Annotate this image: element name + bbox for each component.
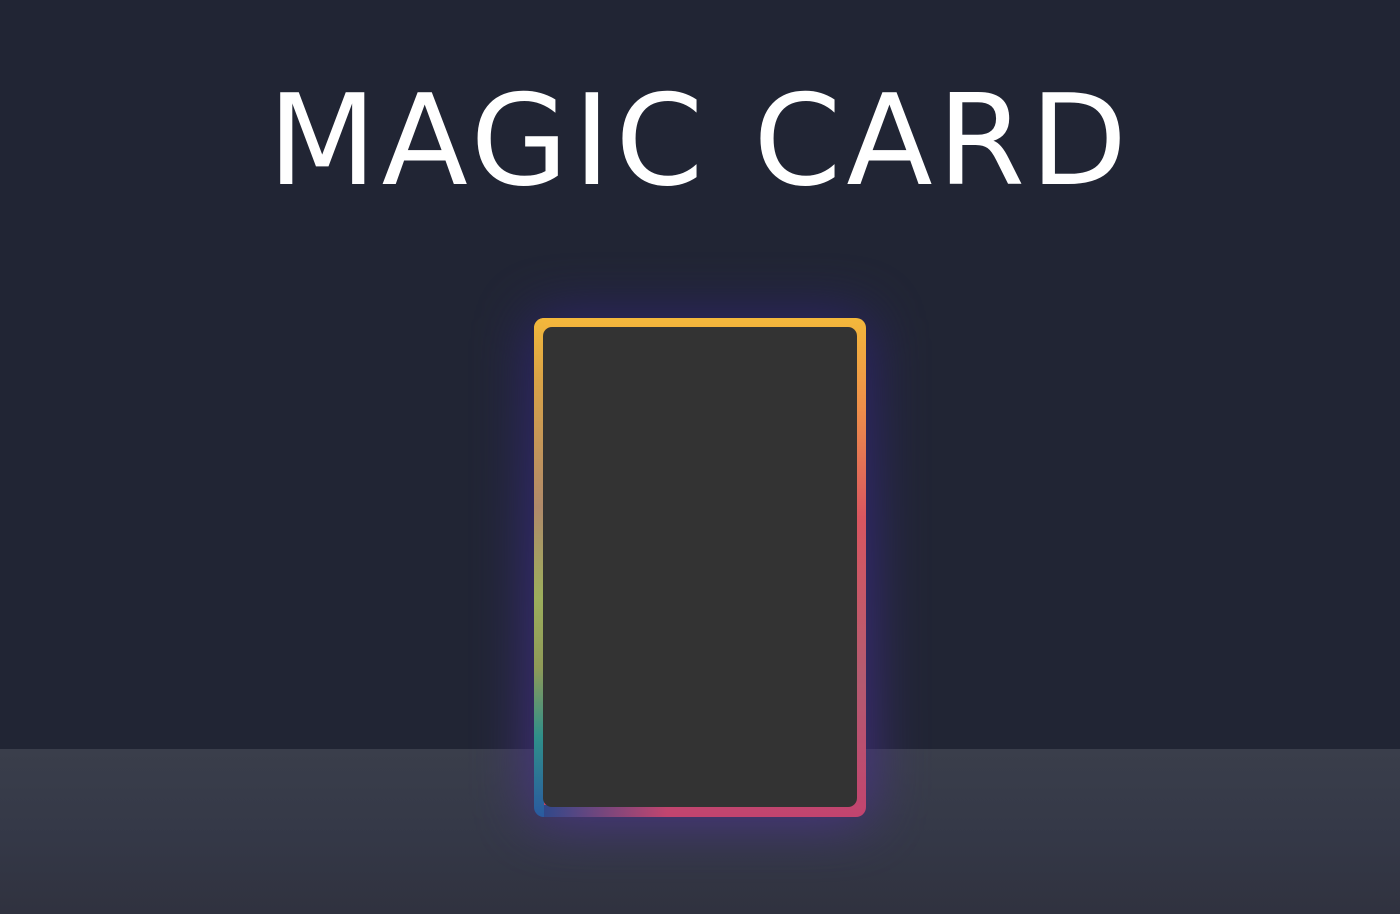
card-face[interactable] [543, 327, 857, 807]
page-title: MAGIC CARD [267, 67, 1133, 214]
magic-card[interactable] [530, 314, 870, 821]
stage: MAGIC CARD [0, 0, 1400, 914]
